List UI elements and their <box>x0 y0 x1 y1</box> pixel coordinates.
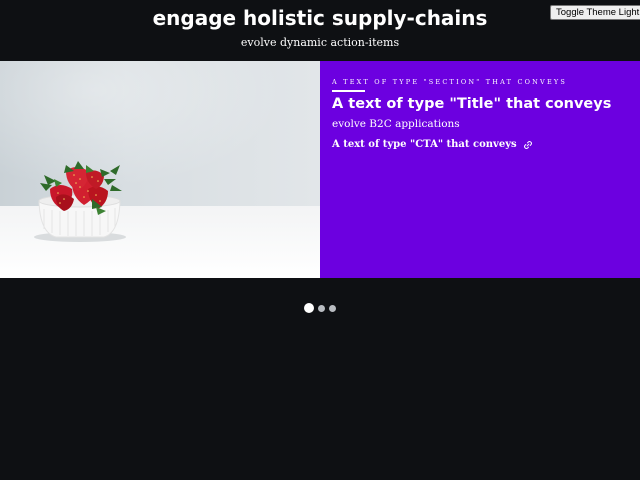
carousel-dot-3[interactable] <box>329 304 336 312</box>
page-subtitle: evolve dynamic action-items <box>240 36 400 49</box>
hero-image <box>0 61 320 278</box>
carousel-dot-1[interactable] <box>304 303 314 313</box>
cta-link[interactable]: A text of type "CTA" that conveys <box>332 138 533 152</box>
page-header: engage holistic supply-chains evolve dyn… <box>0 0 640 51</box>
carousel-pagination <box>0 303 640 313</box>
cta-label: A text of type "CTA" that conveys <box>332 139 517 150</box>
page-title: engage holistic supply-chains <box>152 6 488 30</box>
hero-subtitle: evolve B2C applications <box>332 118 460 130</box>
section-label: A TEXT OF TYPE "SECTION" THAT CONVEYS <box>332 78 568 86</box>
hero-content-panel: A TEXT OF TYPE "SECTION" THAT CONVEYS A … <box>320 61 640 278</box>
strawberry-bowl-illustration <box>34 161 126 242</box>
link-icon <box>523 141 532 149</box>
hero-title: A text of type "Title" that conveys <box>332 96 612 112</box>
carousel-dot-2[interactable] <box>318 304 325 312</box>
section-underline <box>332 90 365 92</box>
hero-carousel-slide: A TEXT OF TYPE "SECTION" THAT CONVEYS A … <box>0 61 640 278</box>
